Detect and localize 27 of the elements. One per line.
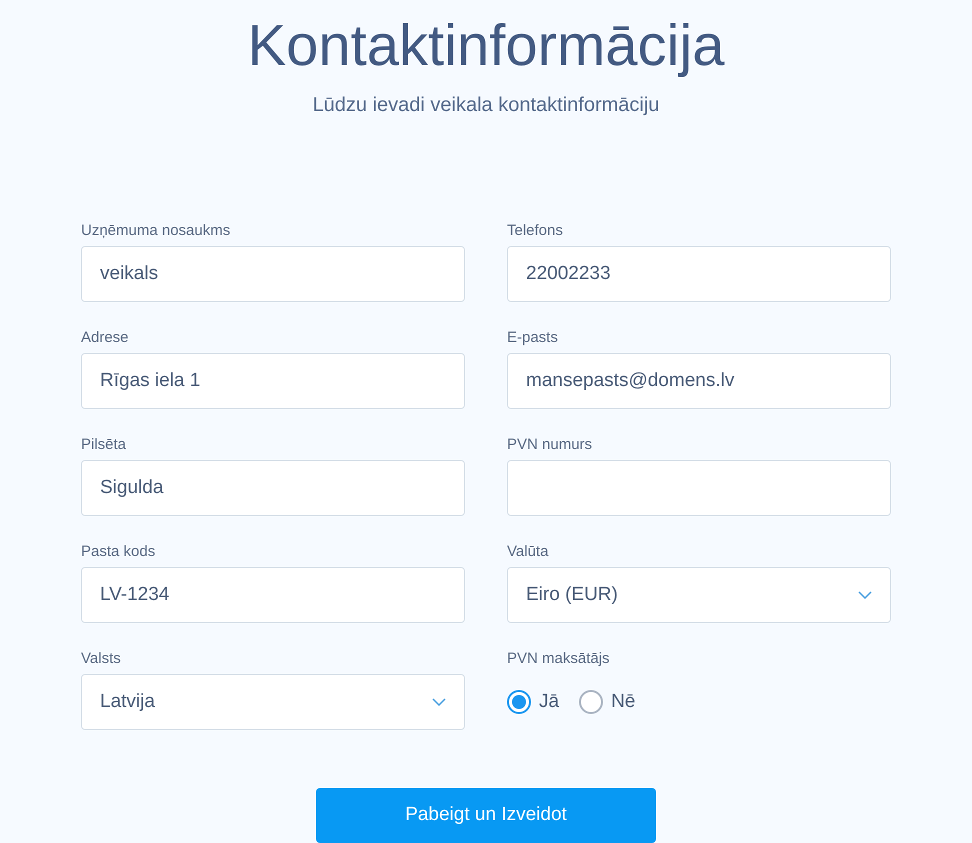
radio-option[interactable]: Jā	[507, 688, 560, 716]
field-label: Telefons	[507, 222, 564, 240]
text-field[interactable]: 22002233	[507, 246, 891, 302]
field-label: PVN numurs	[507, 436, 594, 454]
dropdown-field[interactable]: Latvija	[81, 674, 465, 730]
dropdown-field[interactable]: Eiro (EUR)	[507, 567, 891, 623]
text-field[interactable]: mansepasts@domens.lv	[507, 353, 891, 409]
field-label: Uzņēmuma nosaukms	[81, 222, 232, 240]
radio-button[interactable]	[579, 690, 604, 714]
field-label: PVN maksātājs	[507, 650, 611, 668]
text-field[interactable]	[507, 460, 891, 516]
text-field[interactable]: Rīgas iela 1	[81, 353, 465, 409]
field-label: Pilsēta	[81, 436, 128, 454]
radio-button[interactable]	[507, 690, 531, 714]
radio-option[interactable]: Nē	[579, 688, 636, 716]
page-title: Kontaktinformācija	[247, 12, 725, 80]
field-label: Valsts	[81, 650, 122, 668]
chevron-down-icon	[858, 591, 872, 599]
text-field[interactable]: veikals	[81, 246, 465, 302]
field-label: Valūta	[507, 543, 550, 561]
field-label: E-pasts	[507, 329, 559, 347]
field-label: Pasta kods	[81, 543, 156, 561]
field-label: Adrese	[81, 329, 130, 347]
text-field[interactable]: LV-1234	[81, 567, 465, 623]
chevron-down-icon	[432, 698, 446, 706]
text-field[interactable]: Sigulda	[81, 460, 465, 516]
page-subtitle: Lūdzu ievadi veikala kontaktinformāciju	[312, 93, 660, 118]
